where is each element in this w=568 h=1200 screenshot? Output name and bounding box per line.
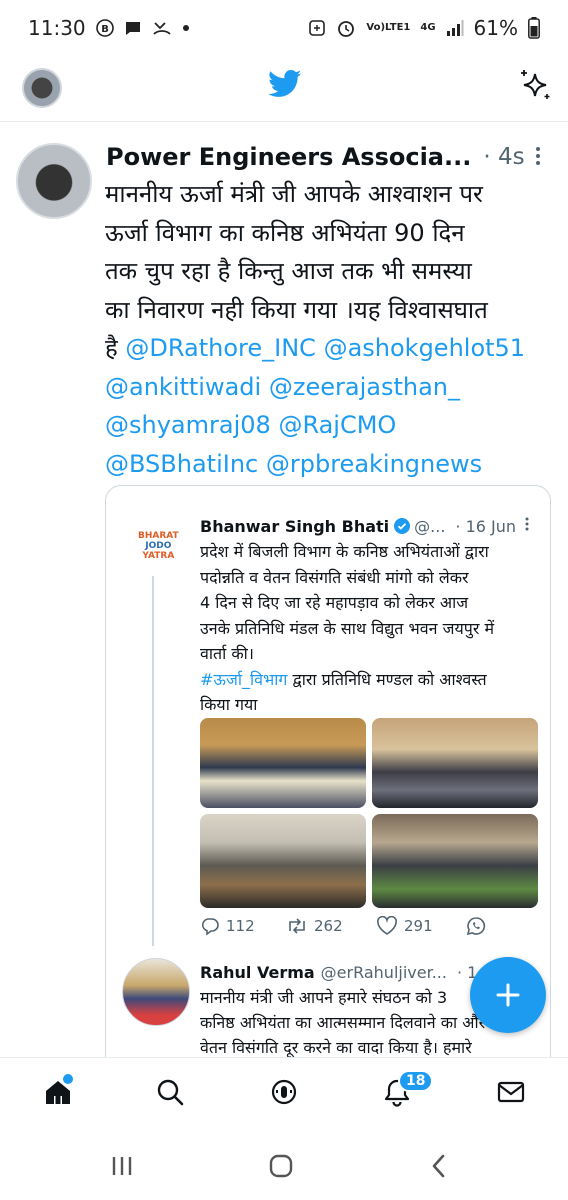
reply-handle[interactable]: @erRahuljiver... [321, 963, 447, 982]
bottom-tab-bar: 18 [0, 1057, 568, 1133]
system-navigation-bar [0, 1133, 568, 1200]
plus-icon [496, 983, 520, 1007]
tweet-header: Power Engineers Associa... · 4s [106, 141, 556, 173]
home-button[interactable] [264, 1151, 298, 1181]
meeting-photo[interactable] [372, 814, 538, 908]
tab-search[interactable] [150, 1072, 190, 1112]
message-icon [124, 19, 142, 37]
mention-link[interactable]: @shyamraj08 [105, 411, 271, 439]
photo-grid [200, 718, 538, 908]
retweet-button[interactable]: 262 [286, 917, 376, 935]
notification-count-badge: 18 [398, 1070, 434, 1092]
tweet[interactable]: Power Engineers Associa... · 4s माननीय ऊ… [0, 123, 568, 1085]
author-avatar[interactable] [16, 143, 92, 219]
dot-icon [182, 24, 190, 32]
svg-text:B: B [101, 24, 109, 35]
quote-text: प्रदेश में बिजली विभाग के कनिष्ठ अभियंता… [200, 542, 495, 714]
reply-icon [201, 918, 219, 936]
mention-link[interactable]: @ankittiwadi [105, 373, 261, 401]
unread-dot [63, 1074, 73, 1084]
mention-link[interactable]: @RajCMO [278, 411, 396, 439]
mention-link[interactable]: @zeerajasthan_ [269, 373, 460, 401]
mention-link[interactable]: @ashokgehlot51 [324, 334, 526, 362]
mention-link[interactable]: @BSBhatiInc [105, 450, 258, 478]
status-bar: 11:30 B Vo) LTE1 4G 61% [0, 0, 568, 56]
tweet-time: · 4s [483, 144, 525, 170]
b-badge-icon: B [95, 19, 114, 37]
back-chevron-icon [432, 1154, 445, 1178]
quote-time: · 16 Jun [455, 516, 517, 536]
quote-more-icon[interactable] [524, 516, 530, 536]
bharat-jodo-yatra-logo[interactable]: BHARAT JODO YATRA [138, 531, 179, 561]
signal-icon [446, 20, 464, 36]
quote-header: Bhanwar Singh Bhati @... · 16 Jun [200, 514, 540, 538]
verified-icon [394, 518, 411, 534]
tweet-actions: 112 262 291 [200, 913, 540, 939]
back-button[interactable] [422, 1151, 456, 1181]
mail-icon [497, 1081, 525, 1103]
volte-indicator: Vo) LTE1 [366, 22, 411, 33]
recent-apps-button[interactable] [105, 1151, 139, 1181]
more-icon[interactable] [534, 145, 542, 171]
mention-link[interactable]: @DRathore_INC [125, 334, 316, 362]
mention-link[interactable]: @rpbreakingnews [266, 450, 482, 478]
sparkle-icon[interactable] [518, 68, 552, 106]
search-icon [157, 1079, 184, 1106]
recent-apps-icon [112, 1157, 132, 1175]
alarm-icon [336, 18, 356, 38]
whatsapp-icon [466, 917, 486, 936]
battery-icon [528, 17, 540, 39]
network-type: 4G [420, 22, 436, 33]
spaces-icon [271, 1079, 297, 1105]
whatsapp-share-button[interactable] [466, 916, 486, 936]
meeting-photo[interactable] [200, 718, 366, 808]
home-outline-icon [269, 1154, 293, 1178]
twitter-bird-icon[interactable] [268, 70, 302, 102]
data-saver-icon [308, 19, 326, 37]
profile-avatar[interactable] [22, 68, 62, 108]
reply-button[interactable]: 112 [200, 916, 286, 936]
thread-line [152, 576, 154, 946]
quote-author-name[interactable]: Bhanwar Singh Bhati [200, 517, 389, 536]
like-button[interactable]: 291 [376, 916, 466, 936]
missed-call-icon [152, 19, 172, 37]
reply-author-avatar[interactable] [122, 958, 190, 1026]
tab-spaces[interactable] [264, 1072, 304, 1112]
heart-icon [377, 916, 397, 935]
reply-author-name[interactable]: Rahul Verma [200, 963, 315, 982]
clock: 11:30 [28, 16, 86, 40]
tweet-text: माननीय ऊर्जा मंत्री जी आपके आश्वाशन पर ऊ… [105, 180, 526, 478]
compose-button[interactable] [470, 957, 546, 1033]
author-name[interactable]: Power Engineers Associa... [106, 143, 471, 171]
app-header [0, 56, 568, 122]
tab-messages[interactable] [491, 1072, 531, 1112]
battery-percent: 61% [473, 16, 518, 40]
meeting-photo[interactable] [372, 718, 538, 808]
meeting-photo[interactable] [200, 814, 366, 908]
quote-handle[interactable]: @... [414, 517, 445, 536]
retweet-icon [289, 918, 305, 934]
hashtag-link[interactable]: #ऊर्जा_विभाग [200, 670, 287, 689]
